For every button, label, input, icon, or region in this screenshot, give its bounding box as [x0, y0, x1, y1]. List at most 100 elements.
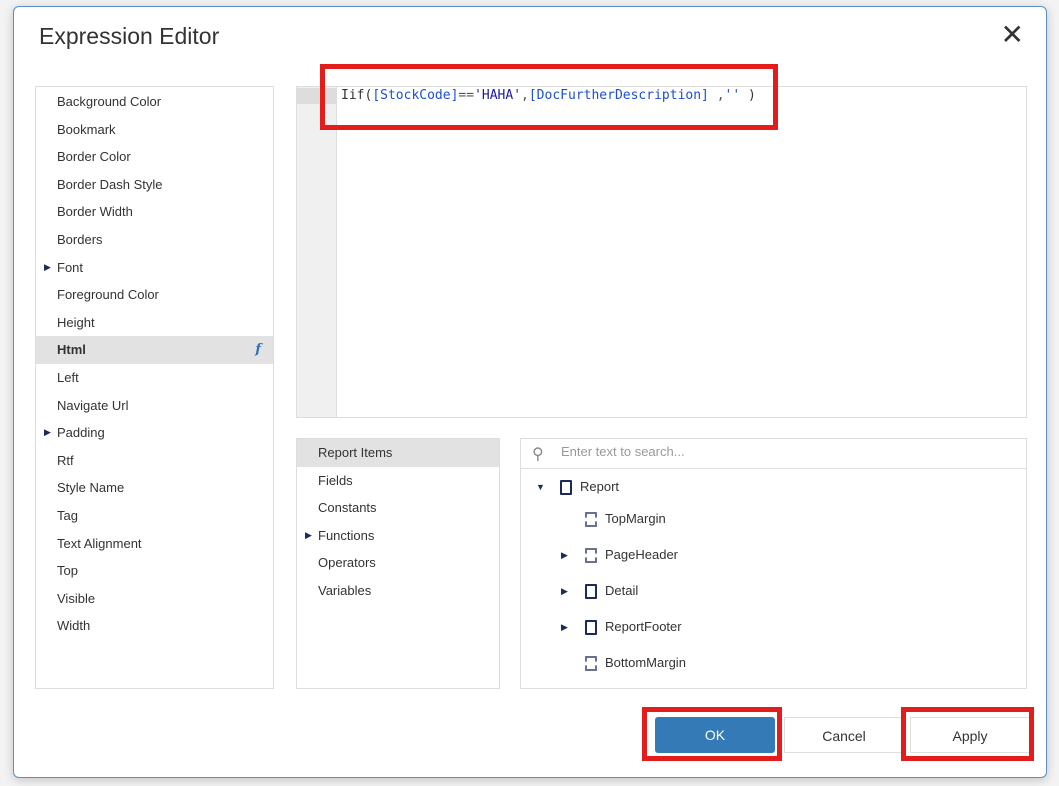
category-item[interactable]: Fields — [297, 467, 499, 495]
properties-list: Background Color Bookmark Border Color Bord… — [35, 86, 274, 689]
tree-node[interactable]: ▶ Detail — [521, 573, 1026, 609]
property-label: Foreground Color — [57, 287, 159, 303]
dialog-title: Expression Editor — [39, 23, 220, 49]
property-item[interactable]: Navigate Url — [36, 392, 273, 420]
property-label: Width — [57, 618, 91, 634]
property-item[interactable]: Html f — [36, 336, 273, 364]
tree-node[interactable]: ▶ ReportFooter — [521, 609, 1026, 645]
report-band-icon — [585, 512, 597, 527]
property-item[interactable]: Foreground Color — [36, 281, 273, 309]
category-item[interactable]: Operators — [297, 549, 499, 577]
category-item[interactable]: Report Items — [297, 439, 499, 467]
property-label: Tag — [57, 507, 78, 523]
property-label: Borders — [57, 231, 103, 247]
category-label: Report Items — [318, 445, 393, 460]
property-item[interactable]: Border Dash Style — [36, 171, 273, 199]
property-item[interactable]: Rtf — [36, 447, 273, 475]
expand-arrow-icon[interactable]: ▶ — [561, 573, 568, 609]
function-icon: f — [255, 342, 261, 358]
tree-node[interactable]: TopMargin — [521, 501, 1026, 537]
tree-node-label: BottomMargin — [605, 655, 686, 670]
property-item[interactable]: Borders — [36, 226, 273, 254]
tree-node-label: Report — [580, 479, 620, 494]
property-item[interactable]: Border Color — [36, 143, 273, 171]
property-label: Border Width — [57, 204, 133, 220]
property-label: Style Name — [57, 480, 125, 496]
tree-node-label: PageHeader — [605, 547, 678, 562]
code-comma: , — [708, 88, 725, 103]
property-label: Top — [57, 563, 78, 579]
code-string: 'HAHA' — [474, 88, 522, 103]
code-comma: , — [521, 88, 529, 103]
tree-node[interactable]: BottomMargin — [521, 645, 1026, 681]
line-number: 1 — [297, 88, 336, 104]
ok-button[interactable]: OK — [655, 717, 775, 753]
property-item[interactable]: Background Color — [36, 88, 273, 116]
search-input[interactable] — [561, 444, 961, 459]
property-item[interactable]: Text Alignment — [36, 530, 273, 558]
category-item[interactable]: Constants — [297, 494, 499, 522]
property-item[interactable]: ▶ Font — [36, 254, 273, 282]
property-label: Html — [57, 342, 86, 358]
property-label: Background Color — [57, 94, 162, 109]
expression-input[interactable]: 1 Iif([StockCode]=='HAHA',[DocFurtherDes… — [296, 86, 1027, 418]
property-item[interactable]: Visible — [36, 585, 273, 613]
property-label: Height — [57, 314, 95, 330]
category-label: Operators — [318, 555, 376, 571]
category-list: Report Items Fields Constants ▶ Functions Ope… — [296, 438, 500, 689]
close-icon[interactable]: ✕ — [1001, 21, 1024, 49]
property-item[interactable]: Width — [36, 612, 273, 640]
code-field: [StockCode] — [372, 88, 459, 103]
code-function: Iif( — [341, 88, 373, 103]
property-label: Bookmark — [57, 121, 116, 137]
property-label: Navigate Url — [57, 397, 129, 413]
report-band-icon — [585, 584, 597, 599]
property-item[interactable]: Top — [36, 557, 273, 585]
property-label: Text Alignment — [57, 535, 142, 551]
category-label: Fields — [318, 472, 353, 488]
property-label: Font — [57, 259, 84, 275]
report-band-icon — [585, 548, 597, 563]
expand-arrow-icon[interactable]: ▶ — [305, 522, 312, 550]
code-operator: == — [458, 88, 475, 103]
property-label: Visible — [57, 590, 96, 606]
category-label: Variables — [318, 582, 372, 598]
search-icon: ⚲ — [532, 446, 544, 463]
category-label: Functions — [318, 527, 375, 543]
search-box: ⚲ — [521, 439, 1026, 469]
property-item[interactable]: Tag — [36, 502, 273, 530]
code-close-paren: ) — [740, 88, 756, 103]
property-label: Border Color — [57, 149, 131, 165]
tree-node[interactable]: ▼ Report — [521, 469, 1026, 501]
category-item[interactable]: Variables — [297, 577, 499, 605]
property-label: Rtf — [57, 452, 74, 468]
apply-button[interactable]: Apply — [910, 717, 1030, 753]
property-item[interactable]: Bookmark — [36, 116, 273, 144]
property-item[interactable]: Left — [36, 364, 273, 392]
expand-arrow-icon[interactable]: ▶ — [44, 254, 51, 282]
expression-code[interactable]: Iif([StockCode]=='HAHA',[DocFurtherDescr… — [341, 87, 756, 105]
property-label: Padding — [57, 425, 105, 441]
report-band-icon — [585, 620, 597, 635]
cancel-button[interactable]: Cancel — [784, 717, 904, 753]
property-item[interactable]: ▶ Padding — [36, 419, 273, 447]
expression-editor-dialog: Expression Editor ✕ Background Color Book… — [13, 6, 1047, 778]
category-item[interactable]: ▶ Functions — [297, 522, 499, 550]
expand-arrow-icon[interactable]: ▶ — [561, 609, 568, 645]
report-band-icon — [585, 656, 597, 671]
tree-node[interactable]: ▶ PageHeader — [521, 537, 1026, 573]
property-label: Border Dash Style — [57, 176, 163, 192]
expand-arrow-icon[interactable]: ▶ — [561, 537, 568, 573]
collapse-arrow-icon[interactable]: ▼ — [536, 469, 545, 505]
code-string: '' — [724, 88, 741, 103]
report-band-icon — [560, 480, 572, 495]
property-item[interactable]: Height — [36, 309, 273, 337]
property-item[interactable]: Style Name — [36, 474, 273, 502]
tree-node-label: ReportFooter — [605, 619, 682, 634]
code-field: [DocFurtherDescription] — [528, 88, 709, 103]
tree-node-label: Detail — [605, 583, 639, 598]
property-item[interactable]: Border Width — [36, 198, 273, 226]
report-items-tree: ⚲ ▼ReportTopMargin▶PageHeader▶Detail▶Rep… — [520, 438, 1027, 689]
expand-arrow-icon[interactable]: ▶ — [44, 419, 51, 447]
line-gutter: 1 — [297, 87, 337, 417]
